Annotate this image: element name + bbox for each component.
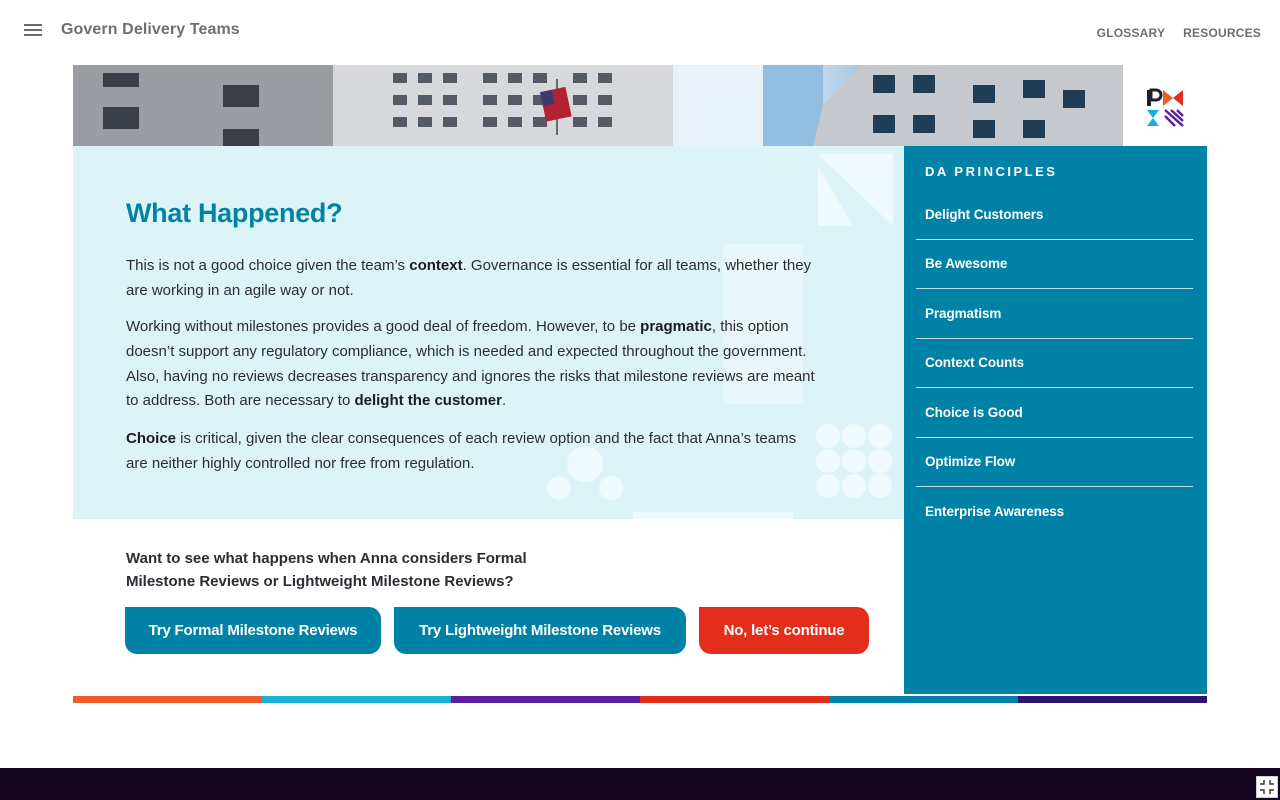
keyword-choice: Choice (126, 430, 177, 447)
strip-segment (1018, 696, 1207, 703)
resources-link[interactable]: RESOURCES (1183, 26, 1261, 40)
exit-fullscreen-icon[interactable] (1256, 776, 1278, 798)
strip-segment (262, 696, 451, 703)
principle-be-awesome[interactable]: Be Awesome (916, 240, 1193, 289)
content-panel: What Happened? This is not a good choice… (73, 146, 904, 519)
try-formal-milestone-reviews-button[interactable]: Try Formal Milestone Reviews (125, 607, 381, 654)
principles-sidebar: DA PRINCIPLES Delight Customers Be Aweso… (904, 146, 1207, 694)
hamburger-menu-icon[interactable] (22, 24, 44, 40)
sidebar-title: DA PRINCIPLES (925, 164, 1058, 179)
principle-pragmatism[interactable]: Pragmatism (916, 289, 1193, 339)
paragraph-pragmatic: Working without milestones provides a go… (126, 318, 815, 410)
principle-optimize-flow[interactable]: Optimize Flow (916, 438, 1193, 487)
principle-context-counts[interactable]: Context Counts (916, 339, 1193, 388)
keyword-context: context (409, 257, 463, 274)
hero-image (73, 65, 1123, 146)
next-step-prompt: Want to see what happens when Anna consi… (126, 550, 527, 590)
paragraph-choice: Choice is critical, given the clear cons… (126, 430, 797, 472)
glossary-link[interactable]: GLOSSARY (1097, 26, 1166, 40)
try-lightweight-milestone-reviews-button[interactable]: Try Lightweight Milestone Reviews (394, 607, 686, 654)
strip-segment (640, 696, 829, 703)
color-strip (73, 696, 1207, 703)
top-bar: Govern Delivery Teams GLOSSARY RESOURCES (0, 0, 1280, 62)
keyword-delight-the-customer: delight the customer (354, 392, 502, 410)
app-title: Govern Delivery Teams (61, 21, 240, 38)
principle-choice-is-good[interactable]: Choice is Good (916, 388, 1193, 438)
paragraph-context: This is not a good choice given the team… (126, 257, 812, 299)
principle-enterprise-awareness[interactable]: Enterprise Awareness (916, 487, 1193, 537)
page-heading: What Happened? (126, 198, 343, 228)
strip-segment (829, 696, 1018, 703)
pmi-logo (1143, 86, 1187, 130)
strip-segment (73, 696, 262, 703)
strip-segment (451, 696, 640, 703)
hero-buildings-illustration (73, 65, 1123, 146)
principle-delight-customers[interactable]: Delight Customers (916, 190, 1193, 240)
top-nav: GLOSSARY RESOURCES (1097, 26, 1261, 40)
continue-button[interactable]: No, let’s continue (699, 607, 869, 654)
footer-bar (0, 768, 1280, 800)
principles-list: Delight Customers Be Awesome Pragmatism … (916, 190, 1193, 537)
keyword-pragmatic: pragmatic (640, 318, 712, 335)
